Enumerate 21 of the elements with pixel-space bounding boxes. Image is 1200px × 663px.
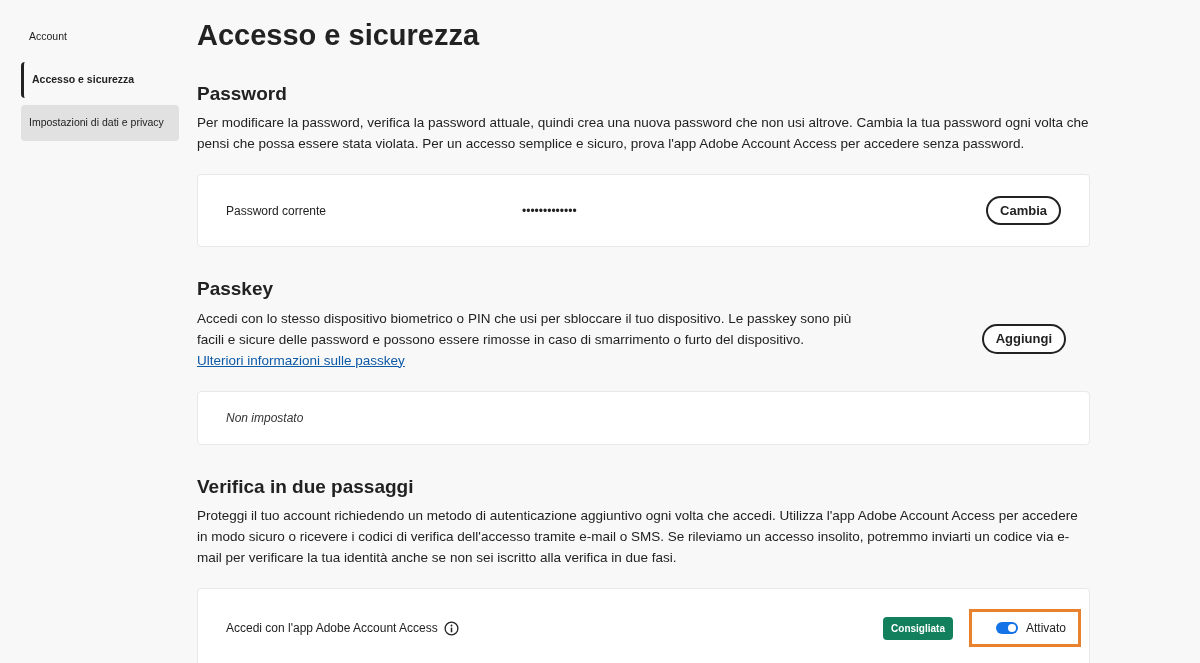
section-description: Accedi con lo stesso dispositivo biometrico o PIN che usi per sbloccare il tuo dispositivo. Le passkey sono più facili e sicure delle password e possono essere rimosse in caso di smarrimento o furto del dispositivo. Ulteriori informazioni sulle passkey: [197, 309, 853, 370]
status-text: Non impostato: [226, 409, 304, 427]
method-label: Accedi con l'app Adobe Account Access: [226, 620, 438, 637]
toggle-label: Attivato: [1026, 620, 1067, 637]
section-heading: Password: [197, 81, 288, 106]
field-label: Password corrente: [226, 202, 328, 220]
section-heading: Verifica in due passaggi: [197, 474, 415, 499]
section-heading: Passkey: [197, 277, 275, 301]
page-title: Accesso e sicurezza: [197, 18, 481, 53]
sidebar-item[interactable]: Accesso e sicurezza: [21, 62, 179, 98]
section-description: Proteggi il tuo account richiedendo un metodo di autenticazione aggiuntivo ogni volta che accedi. Utilizza l'app Adobe Account Access per accedere in modo sicuro o ricevere i codici di verifica dell'accesso tramite e-mail o SMS. Se rileviamo un accesso insolito, potremmo inviarti un codice via e-mail per verificare la tua identità anche se non sei iscritto alla verifica in due fasi.: [197, 507, 1079, 567]
info-icon[interactable]: [443, 620, 459, 636]
toggle-switch[interactable]: [996, 622, 1018, 634]
masked-password: •••••••••••••: [522, 202, 578, 220]
outline-button[interactable]: Cambia: [986, 195, 1061, 226]
sidebar-item[interactable]: Account: [21, 19, 179, 55]
learn-more-link[interactable]: Ulteriori informazioni sulle passkey: [197, 352, 405, 368]
section-description: Per modificare la password, verifica la password attuale, quindi crea una nuova password che non usi altrove. Cambia la tua password ogni volta che pensi che possa essere stata violata. Per un accesso semplice e sicuro, prova l'app Adobe Account Access per accedere senza password.: [197, 114, 1090, 153]
outline-button[interactable]: Aggiungi: [981, 324, 1066, 354]
sidebar-item[interactable]: Impostazioni di dati e privacy: [21, 105, 179, 141]
recommended-badge: Consigliata: [883, 616, 953, 640]
